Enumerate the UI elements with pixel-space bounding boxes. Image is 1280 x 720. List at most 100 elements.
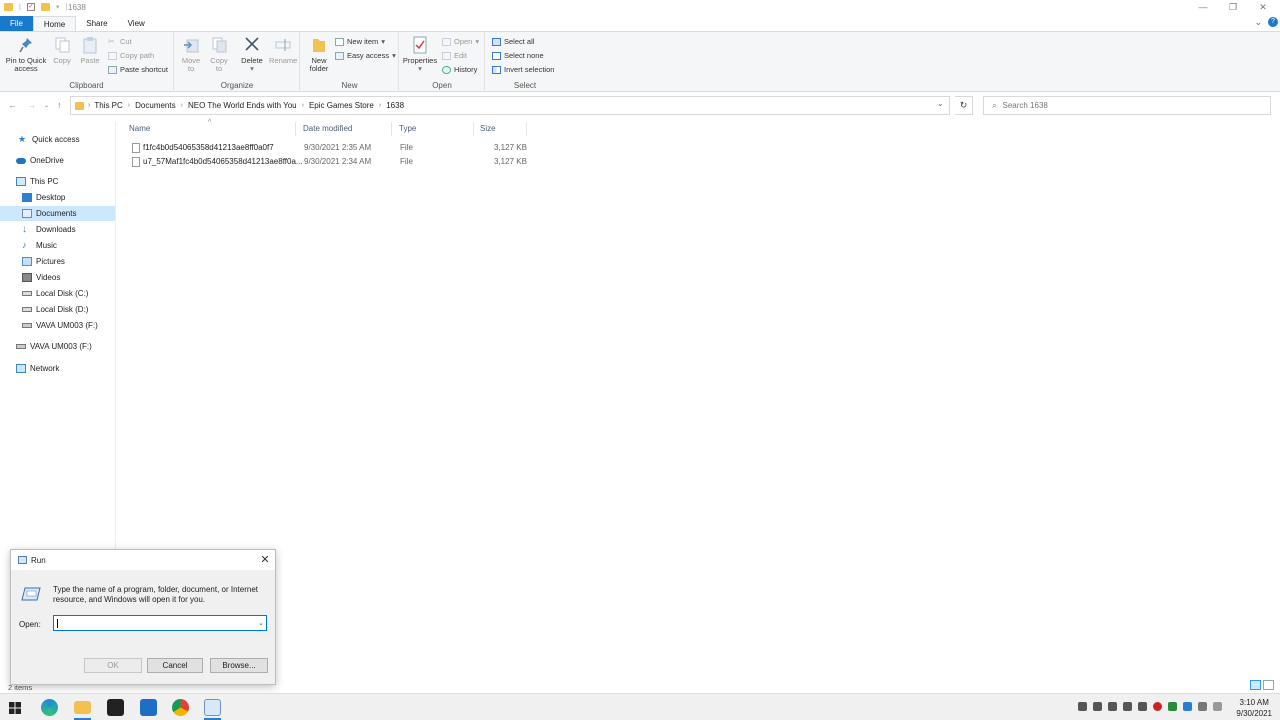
nav-this-pc[interactable]: This PC xyxy=(0,174,115,189)
windows-start-icon[interactable] xyxy=(9,702,21,714)
nav-pictures[interactable]: Pictures xyxy=(0,254,115,269)
details-view-icon[interactable] xyxy=(1250,680,1261,690)
chevron-right-icon[interactable]: › xyxy=(181,102,183,109)
run-open-input[interactable]: ⌄ xyxy=(53,615,267,631)
cancel-button[interactable]: Cancel xyxy=(147,658,203,673)
history-button[interactable]: History xyxy=(442,65,479,74)
gamepad-icon[interactable] xyxy=(1078,702,1087,711)
maximize-icon[interactable]: ❐ xyxy=(1218,1,1248,15)
nav-local-disk-c[interactable]: Local Disk (C:) xyxy=(0,286,115,301)
keyboard-tray-icon[interactable] xyxy=(1198,702,1207,711)
properties-button[interactable]: Properties ▾ xyxy=(402,36,438,73)
pin-to-quick-access-button[interactable]: Pin to Quick access xyxy=(4,36,48,73)
title-bar: | ✓ ▾ | 1638 — ❐ ✕ xyxy=(0,0,1280,16)
up-arrow-icon[interactable]: ↑ xyxy=(57,100,62,110)
breadcrumb-documents[interactable]: Documents xyxy=(135,101,175,110)
chevron-right-icon[interactable]: › xyxy=(302,102,304,109)
chevron-right-icon[interactable]: › xyxy=(128,102,130,109)
drive-icon xyxy=(22,291,32,296)
delete-button[interactable]: Delete ▾ xyxy=(239,36,265,73)
address-bar[interactable]: › This PC › Documents › NEO The World En… xyxy=(70,96,950,115)
notification-badge-icon[interactable] xyxy=(1153,702,1162,711)
move-to-button[interactable]: Move to xyxy=(179,36,203,73)
tab-share[interactable]: Share xyxy=(76,16,117,31)
paste-shortcut-button[interactable]: Paste shortcut xyxy=(108,65,168,74)
new-item-button[interactable]: New item ▾ xyxy=(335,37,396,46)
nav-vava-f-sub[interactable]: VAVA UM003 (F:) xyxy=(0,318,115,333)
tab-home[interactable]: Home xyxy=(32,16,77,31)
chevron-down-icon[interactable]: ⌄ xyxy=(258,619,264,627)
select-all-button[interactable]: Select all xyxy=(492,37,554,46)
store-icon[interactable] xyxy=(107,699,124,716)
ok-button[interactable]: OK xyxy=(84,658,142,673)
search-input[interactable]: ⌕ Search 1638 xyxy=(983,96,1271,115)
easy-access-button[interactable]: Easy access ▾ xyxy=(335,51,396,60)
nav-videos[interactable]: Videos xyxy=(0,270,115,285)
organize-group: Move to Copy to Delete ▾ Rename Organize xyxy=(175,32,300,92)
nav-network[interactable]: Network xyxy=(0,361,115,376)
edit-button[interactable]: Edit xyxy=(442,51,479,60)
nav-onedrive[interactable]: OneDrive xyxy=(0,153,115,168)
chrome-icon[interactable] xyxy=(172,699,189,716)
file-row[interactable]: u7_57Maf1fc4b0d54065358d41213ae8ff0a... … xyxy=(124,155,534,169)
nav-desktop[interactable]: Desktop xyxy=(0,190,115,205)
nav-music[interactable]: ♪ Music xyxy=(0,238,115,253)
properties-qat-icon[interactable]: ✓ xyxy=(26,3,35,11)
column-header-name[interactable]: Name xyxy=(124,122,296,136)
app-tray-icon[interactable] xyxy=(1168,702,1177,711)
help-icon[interactable]: ? xyxy=(1268,17,1278,27)
usb-icon[interactable] xyxy=(1108,702,1117,711)
taskbar-clock[interactable]: 3:10 AM 9/30/2021 xyxy=(1236,697,1272,719)
close-icon[interactable]: ✕ xyxy=(257,553,273,567)
new-folder-qat-icon[interactable] xyxy=(40,3,50,11)
nav-downloads[interactable]: ↓ Downloads xyxy=(0,222,115,237)
browse-button[interactable]: Browse... xyxy=(210,658,268,673)
select-none-button[interactable]: Select none xyxy=(492,51,554,60)
rename-button[interactable]: Rename xyxy=(269,36,297,65)
nav-quick-access[interactable]: ★ Quick access xyxy=(0,132,115,147)
minimize-icon[interactable]: — xyxy=(1188,1,1218,15)
copy-button[interactable]: Copy xyxy=(50,36,74,65)
large-icons-view-icon[interactable] xyxy=(1263,680,1274,690)
breadcrumb-neo[interactable]: NEO The World Ends with You xyxy=(188,101,297,110)
run-dialog-titlebar: Run ✕ xyxy=(11,550,275,570)
breadcrumb-epic-games-store[interactable]: Epic Games Store xyxy=(309,101,374,110)
column-header-size[interactable]: Size xyxy=(475,122,527,136)
address-dropdown-icon[interactable]: ⌄ xyxy=(937,99,944,108)
run-taskbar-icon[interactable] xyxy=(204,699,221,716)
tab-view[interactable]: View xyxy=(118,16,155,31)
copy-path-button[interactable]: Copy path xyxy=(108,51,168,60)
run-dialog-title: Run xyxy=(31,556,46,565)
qat-dropdown-icon[interactable]: ▾ xyxy=(56,3,60,11)
display-tray-icon[interactable] xyxy=(1183,702,1192,711)
breadcrumb-this-pc[interactable]: This PC xyxy=(94,101,122,110)
network-tray-icon[interactable] xyxy=(1123,702,1132,711)
nav-vava-f[interactable]: VAVA UM003 (F:) xyxy=(0,339,115,354)
column-header-type[interactable]: Type xyxy=(394,122,474,136)
invert-selection-button[interactable]: Invert selection xyxy=(492,65,554,74)
nav-local-disk-d[interactable]: Local Disk (D:) xyxy=(0,302,115,317)
file-explorer-icon[interactable] xyxy=(74,701,91,714)
open-button[interactable]: Open ▾ xyxy=(442,37,479,46)
collapse-ribbon-icon[interactable]: ⌄ xyxy=(1254,17,1262,28)
chevron-right-icon[interactable]: › xyxy=(379,102,381,109)
forward-arrow-icon[interactable]: → xyxy=(27,100,36,110)
cut-button[interactable]: ✂ Cut xyxy=(108,37,168,46)
new-folder-button[interactable]: New folder xyxy=(305,36,333,73)
refresh-icon[interactable]: ↻ xyxy=(955,96,973,115)
pen-tray-icon[interactable] xyxy=(1213,702,1222,711)
tab-file[interactable]: File xyxy=(0,16,33,31)
volume-icon[interactable] xyxy=(1138,702,1147,711)
mail-icon[interactable] xyxy=(140,699,157,716)
breadcrumb-1638[interactable]: 1638 xyxy=(386,101,404,110)
file-row[interactable]: f1fc4b0d54065358d41213ae8ff0a0f7 9/30/20… xyxy=(124,141,534,155)
settings-icon[interactable] xyxy=(1093,702,1102,711)
copy-to-button[interactable]: Copy to xyxy=(207,36,231,73)
recent-locations-icon[interactable]: ⌄ xyxy=(44,102,49,109)
close-icon[interactable]: ✕ xyxy=(1248,1,1278,15)
nav-documents[interactable]: Documents xyxy=(0,206,115,221)
edge-icon[interactable] xyxy=(41,699,58,716)
paste-button[interactable]: Paste xyxy=(78,36,102,65)
back-arrow-icon[interactable]: ← xyxy=(8,100,17,110)
column-header-date-modified[interactable]: Date modified xyxy=(298,122,392,136)
